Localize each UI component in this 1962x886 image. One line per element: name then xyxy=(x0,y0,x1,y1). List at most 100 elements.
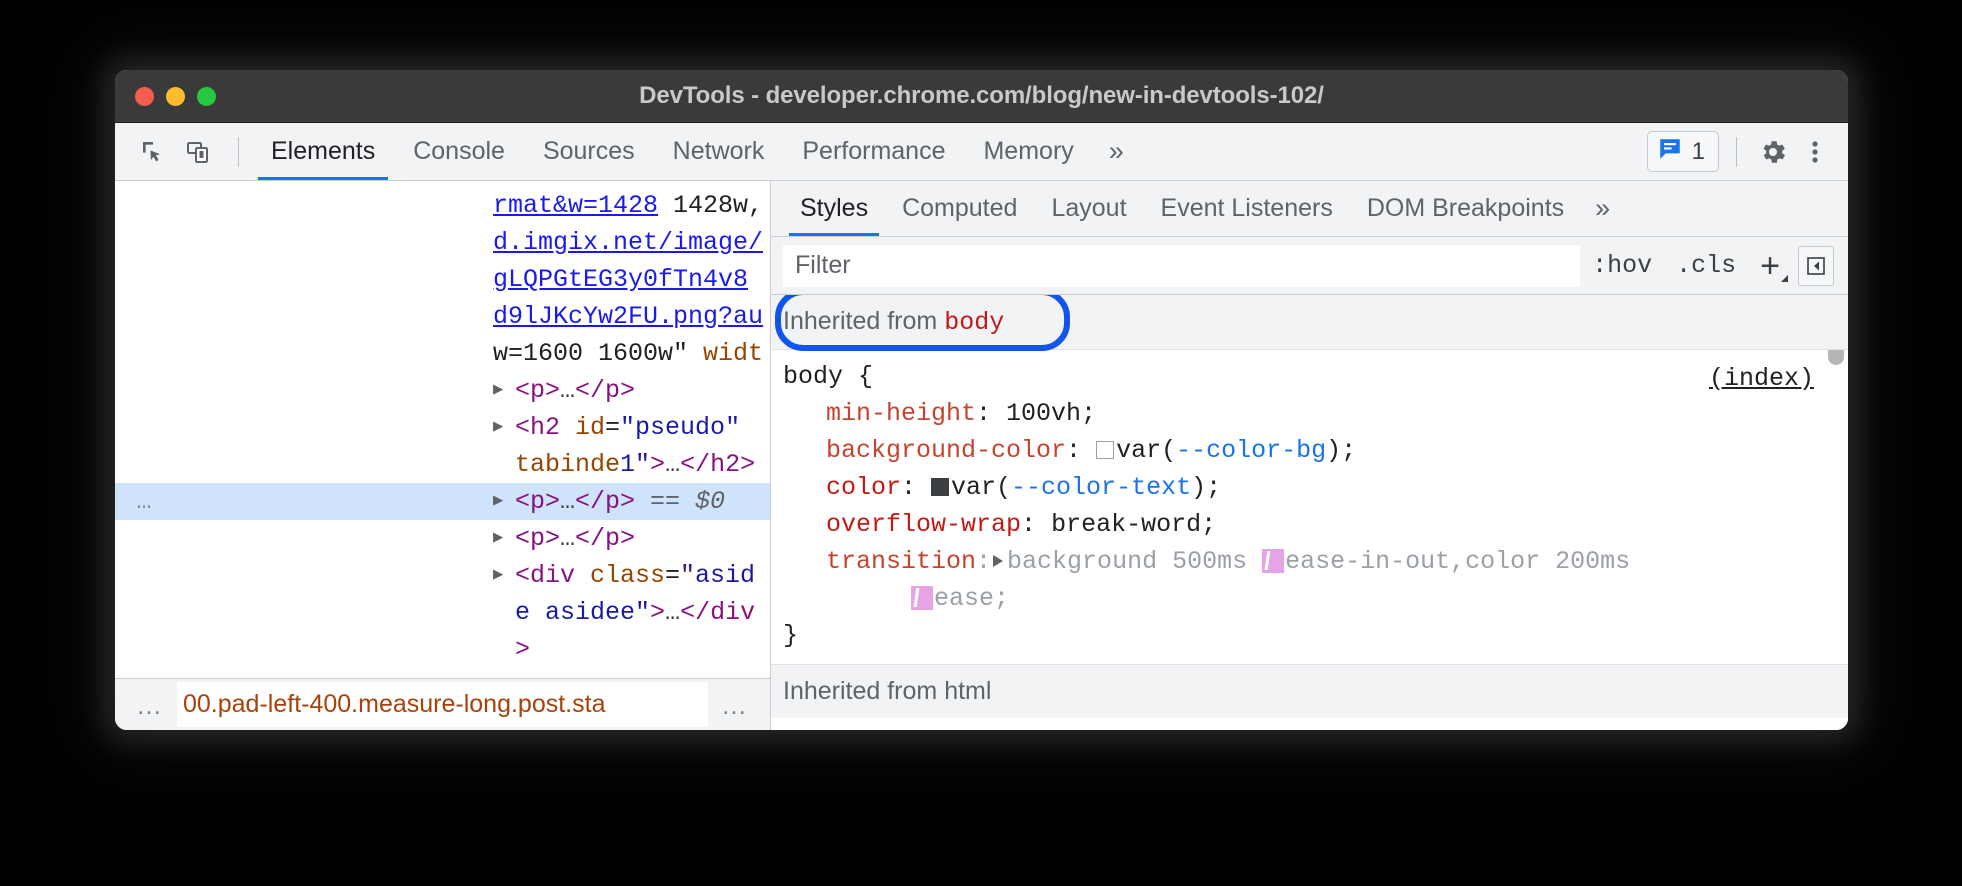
tab-memory[interactable]: Memory xyxy=(964,123,1092,180)
dom-attr-line-4: d9lJKcYw2FU.png?auto=fo xyxy=(115,298,770,335)
inspect-element-icon[interactable] xyxy=(133,133,171,171)
color-swatch-icon[interactable] xyxy=(931,478,949,496)
srcset-url-part-4[interactable]: gLQPGtEG3y0fTn4v82/3vhz xyxy=(493,265,748,298)
tab-network[interactable]: Network xyxy=(654,123,784,180)
declaration-color[interactable]: color: var(--color-text); xyxy=(771,469,1848,506)
srcset-url-part[interactable]: rmat&w=1428 xyxy=(493,191,658,220)
breadcrumb-overflow-right[interactable]: … xyxy=(708,692,762,718)
declaration-transition[interactable]: transition:background 500ms ease-in-out,… xyxy=(771,543,1848,580)
tab-styles[interactable]: Styles xyxy=(783,181,885,236)
tag-open: <p> xyxy=(515,524,560,553)
tabs-overflow-icon[interactable]: » xyxy=(1093,123,1140,180)
srcset-url-part-3[interactable]: d.imgix.net/image/dPDCe xyxy=(493,228,763,261)
node-ellipsis: … xyxy=(665,598,680,627)
dom-tree[interactable]: rmat&w=1428 1428w, http d.imgix.net/imag… xyxy=(115,181,770,678)
dom-node-content: <p>…</p> xyxy=(515,372,770,409)
property-name[interactable]: color xyxy=(826,473,901,502)
toolbar-right-actions: 1 xyxy=(1637,131,1834,172)
collapse-sidebar-icon[interactable] xyxy=(1798,246,1834,286)
toolbar-divider-right xyxy=(1736,137,1737,167)
declaration-min-height[interactable]: min-height: 100vh; xyxy=(771,395,1848,432)
devtools-main-toolbar: Elements Console Sources Network Perform… xyxy=(115,123,1848,181)
tab-layout[interactable]: Layout xyxy=(1034,181,1143,236)
rule-selector-line[interactable]: body { xyxy=(771,358,1848,395)
tab-dom-breakpoints[interactable]: DOM Breakpoints xyxy=(1350,181,1581,236)
close-window-button[interactable] xyxy=(135,87,154,106)
node-ellipsis: … xyxy=(665,450,680,479)
rule-origin-link[interactable]: (index) xyxy=(1709,360,1814,397)
maximize-window-button[interactable] xyxy=(197,87,216,106)
tag-open: <h2 xyxy=(515,413,575,442)
tab-elements[interactable]: Elements xyxy=(252,123,394,180)
dom-node-p-selected[interactable]: … ▶ <p>…</p> == $0 xyxy=(115,483,770,520)
css-variable-name[interactable]: --color-text xyxy=(1011,473,1191,502)
tab-console[interactable]: Console xyxy=(394,123,524,180)
screenshot-root: DevTools - developer.chrome.com/blog/new… xyxy=(0,0,1962,886)
class-toggle-button[interactable]: .cls xyxy=(1664,251,1748,280)
property-name[interactable]: background-color xyxy=(826,436,1066,465)
dom-row-more-icon[interactable]: … xyxy=(115,483,175,520)
tag-open: <div xyxy=(515,561,590,590)
selected-node-ref: == $0 xyxy=(635,487,725,516)
tab-sources[interactable]: Sources xyxy=(524,123,654,180)
dom-node-content: <p>…</p> xyxy=(515,520,770,557)
srcset-url-part-5[interactable]: d9lJKcYw2FU.png?auto=fo xyxy=(493,302,763,335)
dom-node-p-2[interactable]: ▶ <p>…</p> xyxy=(115,520,770,557)
inherited-from-body-header[interactable]: Inherited from body xyxy=(771,295,1848,350)
expand-triangle-icon[interactable]: ▶ xyxy=(493,483,515,520)
inherited-selector-body[interactable]: body xyxy=(944,308,1004,337)
message-bubble-icon xyxy=(1657,136,1683,167)
minimize-window-button[interactable] xyxy=(166,87,185,106)
declaration-background-color[interactable]: background-color: var(--color-bg); xyxy=(771,432,1848,469)
kebab-menu-icon[interactable] xyxy=(1796,133,1834,171)
property-name[interactable]: overflow-wrap xyxy=(826,510,1021,539)
device-toolbar-icon[interactable] xyxy=(179,133,217,171)
tab-performance[interactable]: Performance xyxy=(783,123,964,180)
breadcrumb: … 00.pad-left-400.measure-long.post.sta … xyxy=(115,678,770,730)
srcset-width-1: 1428w, xyxy=(658,191,770,220)
color-swatch-icon[interactable] xyxy=(1096,441,1114,459)
devtools-window: DevTools - developer.chrome.com/blog/new… xyxy=(115,70,1848,730)
tab-computed[interactable]: Computed xyxy=(885,181,1034,236)
easing-curve-icon[interactable] xyxy=(1262,549,1284,573)
toolbar-left-icons xyxy=(133,133,252,171)
property-value-prefix: var( xyxy=(951,473,1011,502)
gear-icon[interactable] xyxy=(1754,133,1792,171)
attr-value-class-wrap: e" xyxy=(620,598,650,627)
property-name[interactable]: min-height xyxy=(826,399,976,428)
inherited-selector-html[interactable]: html xyxy=(944,677,991,705)
declaration-transition-wrap: ease; xyxy=(771,580,1848,617)
dom-node-p-1[interactable]: ▶ <p>…</p> xyxy=(115,372,770,409)
expand-triangle-icon[interactable]: ▶ xyxy=(493,520,515,557)
css-rules-list[interactable]: Inherited from body (index) body { min-h… xyxy=(771,295,1848,730)
window-titlebar: DevTools - developer.chrome.com/blog/new… xyxy=(115,70,1848,123)
dom-attr-line-5: w=1600 1600w" width="80 xyxy=(115,335,770,372)
property-value[interactable]: 100vh; xyxy=(1006,399,1096,428)
new-style-rule-button[interactable]: + xyxy=(1748,249,1788,283)
property-name[interactable]: transition xyxy=(826,547,976,576)
easing-curve-icon[interactable] xyxy=(911,586,933,610)
dom-node-div-aside[interactable]: ▶ <div class="aside asidee">…</div> xyxy=(115,557,770,668)
css-variable-name[interactable]: --color-bg xyxy=(1176,436,1326,465)
hover-state-button[interactable]: :hov xyxy=(1580,251,1664,280)
message-count-badge[interactable]: 1 xyxy=(1647,131,1719,172)
filter-input[interactable] xyxy=(783,245,1580,287)
property-value[interactable]: break-word; xyxy=(1051,510,1216,539)
expand-triangle-icon[interactable]: ▶ xyxy=(493,372,515,409)
dom-node-h2[interactable]: ▶ <h2 id="pseudo" tabinde1">…</h2> xyxy=(115,409,770,483)
expand-triangle-icon[interactable]: ▶ xyxy=(493,557,515,594)
tab-event-listeners[interactable]: Event Listeners xyxy=(1144,181,1350,236)
breadcrumb-current-node[interactable]: 00.pad-left-400.measure-long.post.sta xyxy=(177,682,708,727)
panel-tabs: Elements Console Sources Network Perform… xyxy=(252,123,1637,180)
plus-icon: + xyxy=(1760,247,1780,285)
expand-triangle-icon[interactable]: ▶ xyxy=(493,409,515,446)
expand-shorthand-icon[interactable] xyxy=(993,555,1003,567)
breadcrumb-overflow-left[interactable]: … xyxy=(123,692,177,718)
styles-tabs-overflow-icon[interactable]: » xyxy=(1581,181,1624,236)
inherited-from-html-header[interactable]: Inherited from html xyxy=(771,665,1848,718)
attr-value-id: "pseudo" xyxy=(620,413,740,442)
dom-node-content: <div class="aside asidee">…</div> xyxy=(515,557,770,668)
declaration-overflow-wrap[interactable]: overflow-wrap: break-word; xyxy=(771,506,1848,543)
tag-open: <p> xyxy=(515,376,560,405)
dom-attr-line-2: d.imgix.net/image/dPDCe xyxy=(115,224,770,261)
